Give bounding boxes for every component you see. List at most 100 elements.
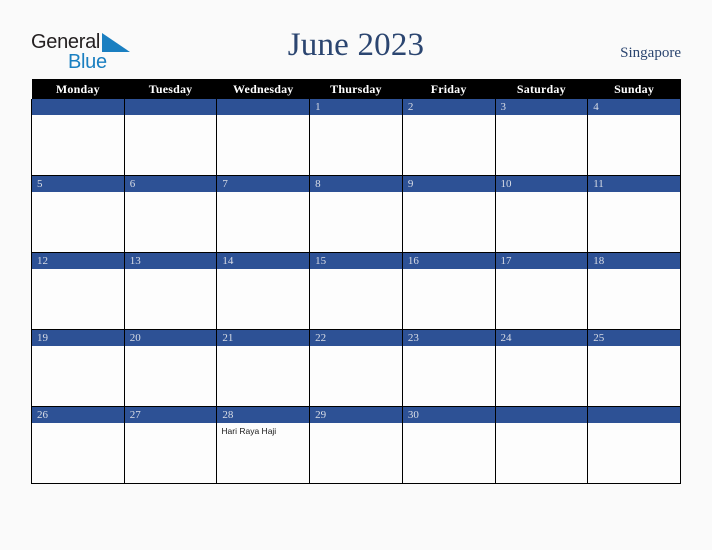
day-events — [403, 269, 495, 272]
day-events — [588, 115, 680, 118]
day-events — [310, 269, 402, 272]
day-events — [403, 115, 495, 118]
day-events — [496, 346, 588, 349]
calendar-day-cell[interactable]: 15 — [309, 252, 403, 330]
calendar-day-cell[interactable]: 28 Hari Raya Haji — [216, 406, 311, 484]
day-number: 13 — [124, 253, 217, 269]
day-events — [125, 192, 217, 195]
day-events — [496, 192, 588, 195]
calendar-day-cell[interactable]: 7 — [216, 175, 311, 253]
day-events — [588, 346, 680, 349]
day-number: 27 — [124, 407, 217, 423]
calendar-day-cell[interactable]: 17 — [494, 252, 589, 330]
day-number: 8 — [310, 176, 402, 192]
day-events — [588, 192, 680, 195]
calendar-day-cell[interactable]: 21 — [216, 329, 311, 407]
day-number — [124, 99, 217, 115]
calendar-day-cell[interactable]: 27 — [123, 406, 218, 484]
weekday-header-friday: Friday — [402, 79, 496, 99]
calendar-day-cell[interactable] — [31, 99, 125, 176]
day-number: 3 — [495, 99, 588, 115]
calendar-day-cell[interactable]: 29 — [309, 406, 403, 484]
calendar-day-cell[interactable] — [494, 406, 589, 484]
day-number — [495, 407, 588, 423]
day-events — [588, 269, 680, 272]
day-number: 16 — [402, 253, 495, 269]
day-events — [32, 346, 124, 349]
calendar-day-cell[interactable] — [216, 99, 311, 176]
day-number: 20 — [124, 330, 217, 346]
calendar-day-cell[interactable]: 22 — [309, 329, 403, 407]
day-number: 2 — [402, 99, 495, 115]
calendar-day-cell[interactable]: 19 — [31, 329, 125, 407]
day-events — [32, 115, 124, 118]
calendar-week-row: 12 13 14 15 16 17 18 — [31, 252, 681, 330]
day-events — [496, 423, 588, 426]
calendar-day-cell[interactable] — [123, 99, 218, 176]
calendar-day-cell[interactable]: 11 — [587, 175, 681, 253]
calendar-body: 1 2 3 4 5 6 7 8 9 10 11 12 13 14 15 16 17 18 19 20 21 22 23 24 2… — [31, 99, 681, 484]
calendar-day-cell[interactable]: 12 — [31, 252, 125, 330]
calendar-week-row: 5 6 7 8 9 10 11 — [31, 175, 681, 253]
calendar-day-cell[interactable]: 4 — [587, 99, 681, 176]
weekday-header-saturday: Saturday — [495, 79, 588, 99]
day-number: 15 — [310, 253, 402, 269]
calendar-day-cell[interactable]: 1 — [309, 99, 403, 176]
day-events — [32, 192, 124, 195]
day-events — [403, 192, 495, 195]
calendar-day-cell[interactable]: 23 — [401, 329, 496, 407]
calendar-page: General Blue June 2023 Singapore Monday … — [0, 0, 712, 550]
day-number: 11 — [588, 176, 680, 192]
day-events — [217, 192, 309, 195]
day-number: 4 — [588, 99, 680, 115]
day-number: 19 — [32, 330, 124, 346]
calendar-day-cell[interactable]: 9 — [401, 175, 496, 253]
calendar-day-cell[interactable]: 16 — [401, 252, 496, 330]
day-events — [496, 269, 588, 272]
day-number: 25 — [588, 330, 680, 346]
day-events — [403, 423, 495, 426]
day-number: 28 — [217, 407, 310, 423]
calendar-day-cell[interactable] — [587, 406, 681, 484]
calendar-day-cell[interactable]: 13 — [123, 252, 218, 330]
calendar-day-cell[interactable]: 2 — [401, 99, 496, 176]
calendar-week-row: 26 27 28 Hari Raya Haji 29 30 — [31, 406, 681, 484]
page-title: June 2023 — [287, 27, 425, 63]
day-number: 9 — [402, 176, 495, 192]
calendar-day-cell[interactable]: 5 — [31, 175, 125, 253]
calendar-day-cell[interactable]: 14 — [216, 252, 311, 330]
day-events: Hari Raya Haji — [217, 423, 309, 437]
calendar-day-cell[interactable]: 20 — [123, 329, 218, 407]
day-events — [32, 423, 124, 426]
calendar-day-cell[interactable]: 3 — [494, 99, 589, 176]
calendar-day-cell[interactable]: 6 — [123, 175, 218, 253]
day-events — [32, 269, 124, 272]
day-events — [310, 423, 402, 426]
day-number — [217, 99, 310, 115]
region-label: Singapore — [620, 45, 681, 61]
day-events — [125, 423, 217, 426]
day-number: 30 — [402, 407, 495, 423]
calendar-day-cell[interactable]: 26 — [31, 406, 125, 484]
day-events — [496, 115, 588, 118]
day-number: 26 — [32, 407, 124, 423]
weekday-header-wednesday: Wednesday — [216, 79, 310, 99]
calendar-day-cell[interactable]: 25 — [587, 329, 681, 407]
calendar-day-cell[interactable]: 10 — [494, 175, 589, 253]
day-number: 5 — [32, 176, 124, 192]
day-number: 21 — [217, 330, 310, 346]
calendar-day-cell[interactable]: 8 — [309, 175, 403, 253]
day-events — [125, 115, 217, 118]
weekday-header-row: Monday Tuesday Wednesday Thursday Friday… — [31, 79, 681, 99]
day-number — [588, 407, 680, 423]
day-number: 29 — [310, 407, 402, 423]
page-header: General Blue June 2023 Singapore — [0, 0, 712, 78]
calendar-day-cell[interactable]: 18 — [587, 252, 681, 330]
holiday-event[interactable]: Hari Raya Haji — [221, 426, 305, 437]
day-number: 22 — [310, 330, 402, 346]
calendar-day-cell[interactable]: 24 — [494, 329, 589, 407]
weekday-header-tuesday: Tuesday — [124, 79, 217, 99]
day-events — [125, 269, 217, 272]
day-events — [217, 346, 309, 349]
calendar-day-cell[interactable]: 30 — [401, 406, 496, 484]
